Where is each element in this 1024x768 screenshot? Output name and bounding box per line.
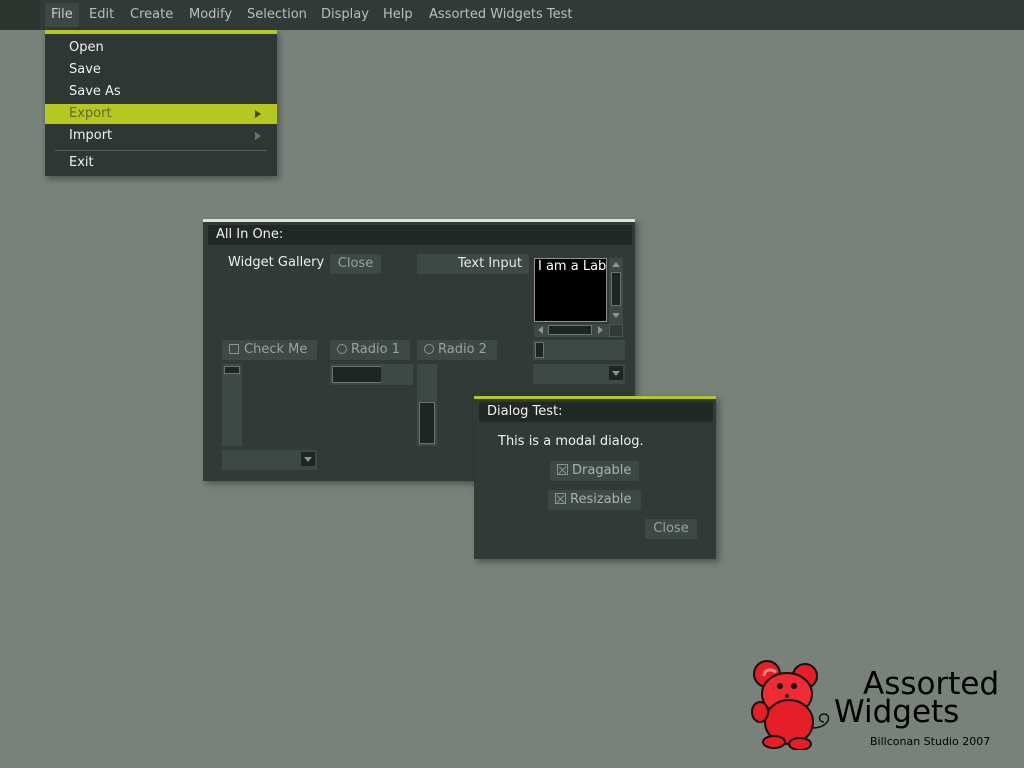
dialog-close-button[interactable]: Close xyxy=(645,519,697,539)
menu-assorted-widgets-test[interactable]: Assorted Widgets Test xyxy=(423,3,579,27)
vertical-scrollbar-left[interactable] xyxy=(222,364,242,446)
radio-icon xyxy=(424,344,434,354)
assorted-widgets-logo: Assorted Widgets Billconan Studio 2007 xyxy=(748,656,1018,752)
menu-create[interactable]: Create xyxy=(124,3,179,27)
menu-modify[interactable]: Modify xyxy=(183,3,238,27)
text-input-field[interactable]: Text Input xyxy=(417,254,529,274)
menu-separator xyxy=(55,150,267,151)
checked-box-icon xyxy=(555,493,566,504)
scroll-thumb[interactable] xyxy=(224,366,240,374)
submenu-arrow-icon xyxy=(255,110,261,118)
dropdown-left[interactable] xyxy=(222,450,317,470)
scroll-up-icon[interactable] xyxy=(612,262,620,267)
menu-item-exit[interactable]: Exit xyxy=(45,153,277,173)
horizontal-slider[interactable] xyxy=(533,340,625,360)
chevron-down-icon[interactable] xyxy=(301,452,315,466)
checkbox-icon xyxy=(229,344,239,354)
widget-gallery-label: Widget Gallery xyxy=(228,255,325,270)
menu-bar: File Edit Create Modify Selection Displa… xyxy=(0,0,1024,30)
menu-bar-edge xyxy=(0,0,40,30)
submenu-arrow-icon xyxy=(255,132,261,140)
file-dropdown-menu: Open Save Save As Export Import Exit xyxy=(45,30,277,176)
progress-bar xyxy=(330,364,413,385)
dialog-titlebar[interactable]: Dialog Test: xyxy=(479,402,713,422)
radio-icon xyxy=(337,344,347,354)
dropdown-right[interactable] xyxy=(533,364,625,384)
checked-box-icon xyxy=(557,464,568,475)
menu-item-save[interactable]: Save xyxy=(45,60,277,80)
menu-file[interactable]: File xyxy=(45,3,79,27)
menu-item-export[interactable]: Export xyxy=(45,104,277,124)
horizontal-scrollbar[interactable] xyxy=(534,324,609,337)
label-scroll-area[interactable]: I am a Label xyxy=(534,258,607,322)
radio-1[interactable]: Radio 1 xyxy=(330,340,410,360)
all-in-one-titlebar[interactable]: All In One: xyxy=(208,225,632,245)
scroll-corner xyxy=(609,324,623,337)
dialog-message: This is a modal dialog. xyxy=(498,434,644,449)
red-mouse-logo-icon xyxy=(751,660,830,750)
vertical-slider[interactable] xyxy=(417,364,437,446)
scroll-down-icon[interactable] xyxy=(612,313,620,318)
check-me-checkbox[interactable]: Check Me xyxy=(222,340,317,360)
chevron-down-icon[interactable] xyxy=(609,366,623,380)
scroll-thumb[interactable] xyxy=(611,272,621,306)
menu-edit[interactable]: Edit xyxy=(83,3,120,27)
scroll-thumb[interactable] xyxy=(548,325,592,335)
menu-item-import[interactable]: Import xyxy=(45,126,277,146)
dialog-test-panel[interactable]: Dialog Test: This is a modal dialog. Dra… xyxy=(474,396,716,559)
radio-2[interactable]: Radio 2 xyxy=(417,340,497,360)
scroll-right-icon[interactable] xyxy=(598,326,603,334)
menu-display[interactable]: Display xyxy=(315,3,375,27)
menu-item-save-as[interactable]: Save As xyxy=(45,82,277,102)
menu-item-open[interactable]: Open xyxy=(45,38,277,58)
logo-word-widgets: Widgets xyxy=(834,694,960,730)
menu-selection[interactable]: Selection xyxy=(241,3,313,27)
menu-help[interactable]: Help xyxy=(377,3,419,27)
resizable-checkbox[interactable]: Resizable xyxy=(548,490,641,510)
close-button[interactable]: Close xyxy=(330,254,381,274)
vertical-scrollbar[interactable] xyxy=(609,258,623,324)
progress-fill xyxy=(332,366,381,383)
scroll-left-icon[interactable] xyxy=(538,326,543,334)
logo-studio-credit: Billconan Studio 2007 xyxy=(870,735,991,748)
vertical-slider-thumb[interactable] xyxy=(419,402,435,444)
dragable-checkbox[interactable]: Dragable xyxy=(550,461,639,481)
slider-thumb[interactable] xyxy=(535,342,544,358)
